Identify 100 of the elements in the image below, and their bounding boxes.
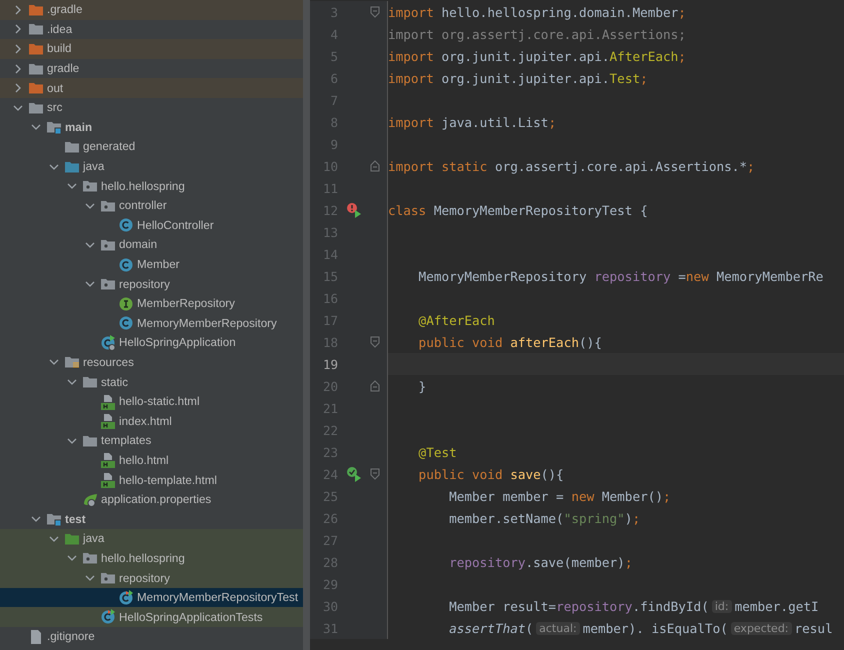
code-token: member.getI — [734, 598, 819, 614]
run-test-passed-icon[interactable] — [346, 466, 362, 482]
tree-item[interactable]: static — [0, 372, 303, 392]
code-token: (){ — [578, 334, 602, 350]
code-token: ; — [632, 510, 640, 526]
tree-item[interactable]: hello-template.html — [0, 470, 303, 490]
code-token: org.junit.jupiter.api. — [441, 48, 610, 64]
code-token: java.util.List — [441, 114, 548, 130]
tree-item[interactable]: out — [0, 78, 303, 98]
test-class-icon — [100, 609, 116, 626]
code-token: "spring" — [564, 510, 625, 526]
code-token: assertThat — [448, 620, 526, 636]
code-token: afterEach — [510, 334, 579, 350]
code-token: import — [388, 48, 435, 64]
file-icon — [28, 628, 44, 645]
code-token: new — [571, 488, 596, 504]
tree-item[interactable]: hello.hellospring — [0, 176, 303, 196]
package-icon — [82, 550, 98, 566]
tree-item[interactable]: HelloSpringApplication — [0, 333, 303, 353]
package-icon — [82, 178, 98, 194]
tree-item[interactable]: repository — [0, 568, 303, 588]
tree-item[interactable]: build — [0, 39, 303, 59]
parameter-hint: id: — [712, 600, 732, 612]
code-token: resul — [794, 620, 833, 636]
tree-item[interactable]: HelloSpringApplicationTests — [0, 607, 303, 627]
code-token: ) — [624, 510, 632, 526]
tree-item[interactable]: hello.hellospring — [0, 548, 303, 568]
class-icon — [118, 315, 134, 332]
code-token: import static — [388, 158, 488, 174]
code-token: ( — [526, 620, 534, 636]
fold-icon[interactable] — [370, 468, 380, 480]
code-token: member.setName( — [448, 510, 564, 526]
tree-item[interactable]: controller — [0, 196, 303, 216]
tree-item[interactable]: resources — [0, 352, 303, 372]
tree-item[interactable]: HelloController — [0, 216, 303, 236]
code-token: public void — [418, 466, 504, 482]
leaf-gear-icon — [82, 492, 98, 508]
tree-item[interactable]: src — [0, 98, 303, 118]
tree-item[interactable]: main — [0, 118, 303, 138]
class-icon — [118, 217, 134, 234]
tree-item[interactable]: application.properties — [0, 490, 303, 510]
code-token: class — [388, 202, 428, 218]
fold-icon[interactable] — [370, 380, 380, 392]
code-token: org.assertj.core.api.Assertions.* — [494, 158, 748, 174]
folder-icon — [82, 374, 98, 390]
fold-icon[interactable] — [370, 6, 380, 18]
code-token: public void — [418, 334, 504, 350]
code-token: Test — [610, 70, 640, 86]
parameter-hint: actual: — [536, 622, 580, 634]
folder-icon — [28, 80, 44, 96]
tree-item[interactable]: .idea — [0, 20, 303, 40]
test-class-icon — [118, 590, 134, 606]
code-token: import org.assertj.core.api.Assertions; — [388, 26, 686, 42]
code-token: AfterEach — [610, 48, 678, 64]
module-folder-icon — [46, 511, 62, 528]
tree-item[interactable]: MemberRepository — [0, 294, 303, 314]
interface-icon — [118, 296, 134, 312]
scrollbar-thumb[interactable] — [303, 0, 310, 650]
tree-item[interactable]: repository — [0, 274, 303, 294]
tree-item[interactable]: hello.html — [0, 450, 303, 470]
code-token: save — [510, 466, 541, 482]
html-file-icon — [100, 452, 116, 468]
code-token: org.junit.jupiter.api. — [441, 70, 610, 86]
folder-icon — [28, 21, 44, 38]
tree-item[interactable]: java — [0, 529, 303, 549]
html-file-icon — [100, 413, 116, 430]
code-token: @Test — [418, 444, 457, 460]
code-token: hello.hellospring.domain.Member — [441, 4, 678, 20]
code-token: repository — [448, 554, 526, 570]
line-number: 19 — [322, 356, 338, 372]
code-token: new — [686, 268, 710, 284]
code-token: MemoryMemberRe — [716, 268, 824, 284]
code-token: = — [677, 268, 686, 284]
code-token: import — [388, 4, 435, 20]
code-token: ; — [678, 4, 686, 20]
tree-item[interactable]: MemoryMemberRepository — [0, 314, 303, 334]
tree-item[interactable]: Member — [0, 254, 303, 274]
code-token: @AfterEach — [418, 312, 495, 328]
resources-folder-icon — [64, 354, 80, 370]
tree-item[interactable]: index.html — [0, 411, 303, 432]
tree-item[interactable]: generated — [0, 137, 303, 157]
code-token: member). isEqualTo( — [582, 620, 728, 636]
tree-item[interactable]: hello-static.html — [0, 392, 303, 412]
run-test-error-icon[interactable] — [346, 202, 362, 218]
code-token: .findById( — [632, 598, 709, 614]
tree-item[interactable]: java — [0, 156, 303, 176]
fold-icon[interactable] — [370, 336, 380, 348]
fold-icon[interactable] — [370, 160, 380, 172]
code-token: import — [388, 70, 435, 86]
tree-item[interactable]: gradle — [0, 58, 303, 78]
tree-item[interactable]: MemoryMemberRepositoryTest — [0, 588, 303, 608]
code-token: MemoryMemberRepositoryTest { — [434, 202, 648, 218]
tree-item[interactable]: templates — [0, 431, 303, 451]
code-token: .save(member) — [526, 554, 625, 570]
html-file-icon — [100, 394, 116, 410]
tree-item[interactable]: .gitignore — [0, 627, 303, 647]
code-token: Member() — [602, 488, 663, 504]
tree-item[interactable]: domain — [0, 235, 303, 255]
tree-item[interactable]: test — [0, 509, 303, 530]
tree-item[interactable]: .gradle — [0, 0, 303, 20]
